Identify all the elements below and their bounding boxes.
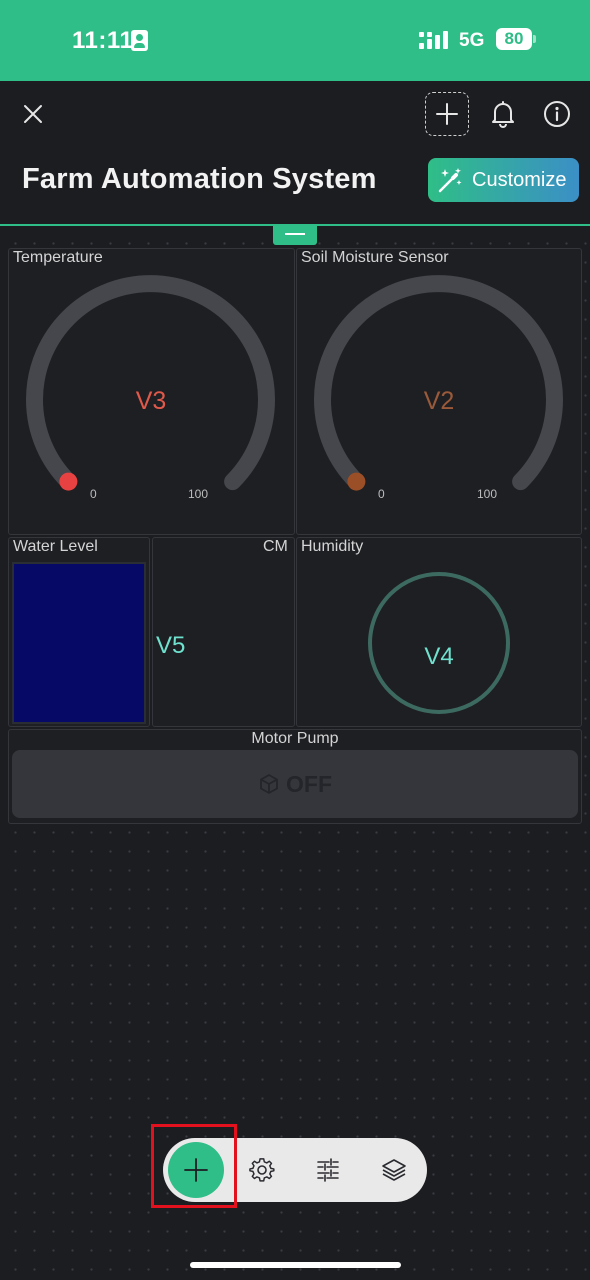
soil-moisture-value: V2: [423, 387, 455, 415]
customize-button[interactable]: Customize: [428, 158, 579, 202]
highlight-annotation-box: [151, 1124, 237, 1208]
motor-pump-switch[interactable]: OFF: [12, 750, 578, 818]
temperature-max: 100: [188, 487, 209, 501]
cube-icon: [260, 774, 278, 794]
add-icon: [436, 103, 458, 125]
temperature-min: 0: [90, 487, 97, 501]
info-button[interactable]: [540, 97, 574, 131]
gear-icon: [249, 1158, 275, 1182]
collapse-handle[interactable]: [273, 225, 317, 245]
water-level-bar: [12, 562, 146, 724]
customize-label: Customize: [472, 168, 567, 191]
water-level-label: Water Level: [13, 538, 98, 555]
datastreams-button[interactable]: [313, 1155, 343, 1185]
water-level-unit: CM: [263, 538, 288, 555]
magic-wand-icon: [438, 168, 462, 193]
humidity-value: V4: [424, 643, 454, 670]
contact-card-icon: [131, 30, 148, 51]
bell-icon: [492, 101, 514, 128]
humidity-label: Humidity: [301, 538, 364, 555]
close-button[interactable]: [17, 98, 49, 130]
info-icon: [544, 101, 570, 127]
temperature-value: V3: [135, 387, 167, 415]
settings-button[interactable]: [247, 1155, 277, 1185]
notifications-button[interactable]: [486, 97, 520, 131]
layers-icon: [382, 1159, 406, 1181]
battery-indicator: 80: [496, 28, 532, 50]
home-indicator[interactable]: [190, 1262, 401, 1268]
sliders-icon: [317, 1158, 339, 1182]
soil-moisture-min: 0: [378, 487, 385, 501]
add-widget-button[interactable]: [425, 92, 469, 136]
soil-moisture-gauge-knob: [347, 472, 366, 491]
network-type: 5G: [459, 30, 485, 51]
page-title: Farm Automation System: [22, 163, 377, 195]
close-icon: [24, 105, 42, 123]
signal-icon: [419, 30, 448, 49]
motor-pump-state: OFF: [286, 770, 332, 797]
motor-pump-label: Motor Pump: [251, 730, 339, 747]
soil-moisture-max: 100: [477, 487, 498, 501]
water-level-value: V5: [156, 632, 186, 659]
layers-button[interactable]: [379, 1155, 409, 1185]
battery-tip: [533, 35, 536, 43]
status-time: 11:11: [72, 27, 134, 54]
temperature-gauge-knob: [59, 472, 78, 491]
